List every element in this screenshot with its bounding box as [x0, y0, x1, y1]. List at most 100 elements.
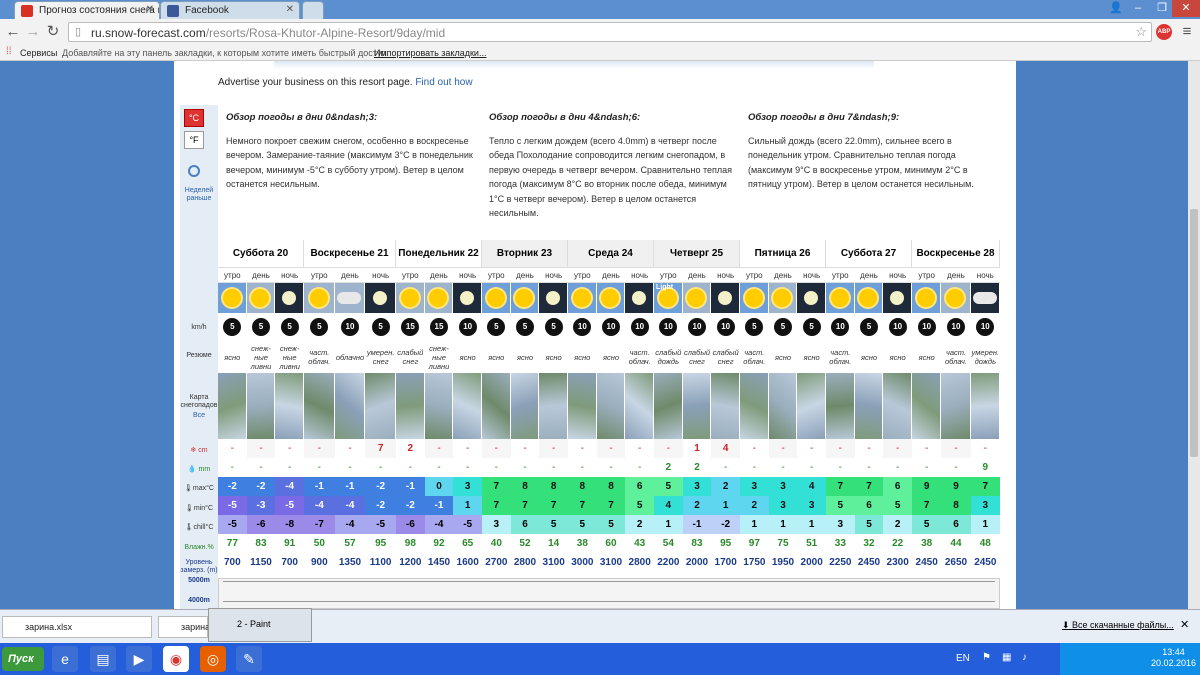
snow-map-thumbnail[interactable] — [218, 373, 247, 439]
sun-icon — [309, 289, 328, 307]
period-label: ночь — [976, 271, 994, 280]
scroll-thumb[interactable] — [1190, 209, 1198, 457]
period-label: день — [430, 271, 448, 280]
snow-map-thumbnail[interactable] — [275, 373, 304, 439]
ie-icon[interactable]: e — [52, 646, 78, 672]
humidity-value: 48 — [979, 538, 991, 549]
weather-summary: слабый снег — [397, 348, 424, 366]
language-indicator[interactable]: EN — [956, 653, 970, 664]
page-content: Advertise your business on this resort p… — [174, 61, 1016, 609]
clock-icon[interactable] — [188, 165, 200, 177]
day-header: Суббота 20 — [218, 240, 304, 267]
week-earlier-link[interactable]: Неделей раньше — [180, 187, 218, 203]
paint-taskbar-preview[interactable]: 2 - Paint — [208, 608, 312, 642]
firefox-icon[interactable]: ◎ — [200, 646, 226, 672]
snow-map-thumbnail[interactable] — [539, 373, 568, 439]
snow-map-thumbnail[interactable] — [970, 373, 1000, 439]
snow-map-thumbnail[interactable] — [334, 373, 366, 439]
volume-icon[interactable]: ♪ — [1022, 652, 1027, 663]
close-tab-icon[interactable]: ✕ — [146, 4, 154, 15]
snow-map-thumbnail[interactable] — [854, 373, 884, 439]
address-bar[interactable]: ▯ ru.snow-forecast.com/resorts/Rosa-Khut… — [68, 22, 1152, 42]
snow-map-thumbnail[interactable] — [682, 373, 712, 439]
max-value: 3 — [768, 477, 798, 496]
wind-speed: 5 — [275, 313, 304, 341]
close-downloads-icon[interactable]: ✕ — [1180, 618, 1189, 631]
snow-map-thumbnail[interactable] — [568, 373, 597, 439]
network-icon[interactable]: ▦ — [1002, 652, 1011, 663]
snow-map-thumbnail[interactable] — [304, 373, 335, 439]
snow-map-thumbnail[interactable] — [365, 373, 396, 439]
start-button[interactable]: Пуск — [2, 647, 44, 671]
snow-map-thumbnail[interactable] — [711, 373, 740, 439]
chill-value: -6 — [396, 515, 425, 534]
overview-days-4-6: Обзор погоды в дни 4&ndash;6: Тепло с ле… — [489, 111, 739, 221]
snow-map-thumbnail[interactable] — [625, 373, 654, 439]
wind-speed: 15 — [396, 313, 425, 341]
min-temp-label: 🌡min°C — [184, 505, 214, 512]
min-value: -5 — [218, 496, 247, 515]
paint-icon[interactable]: ✎ — [236, 646, 262, 672]
apps-icon[interactable]: ⁞⁞ — [6, 46, 12, 57]
chill-value: 6 — [941, 515, 971, 534]
min-value: 4 — [654, 496, 683, 515]
star-icon[interactable]: ☆ — [1135, 24, 1147, 40]
max-temp-label: 🌡max°C — [184, 485, 214, 492]
tab-facebook[interactable]: Facebook ✕ — [160, 1, 300, 19]
bookmarks-apps[interactable]: Сервисы — [20, 48, 57, 58]
snow-map-thumbnail[interactable] — [797, 373, 826, 439]
close-tab-icon[interactable]: ✕ — [286, 4, 294, 15]
snow-map-thumbnail[interactable] — [246, 373, 276, 439]
sun-icon — [917, 289, 936, 307]
adblock-icon[interactable]: ABP — [1156, 24, 1172, 40]
snow-map-thumbnail[interactable] — [453, 373, 482, 439]
weather-summary: снеж-ные ливни — [279, 343, 300, 371]
vertical-scrollbar[interactable] — [1188, 61, 1200, 609]
system-tray: EN ⚑ ▦ ♪ 13:44 20.02.2016 — [956, 643, 1200, 675]
new-tab-button[interactable] — [302, 1, 324, 19]
snow-map-thumbnail[interactable] — [912, 373, 942, 439]
snow-map-thumbnail[interactable] — [424, 373, 454, 439]
wind-arrow-icon: 5 — [223, 318, 242, 336]
snow-map-thumbnail[interactable] — [510, 373, 540, 439]
fahrenheit-button[interactable]: °F — [184, 131, 204, 149]
find-out-how-link[interactable]: Find out how — [415, 77, 472, 88]
flag-icon[interactable]: ⚑ — [982, 652, 991, 663]
import-bookmarks-link[interactable]: Импортировать закладки... — [374, 48, 486, 58]
clock-date: 20.02.2016 — [1150, 658, 1196, 668]
sun-icon — [572, 289, 591, 307]
tab-snow-forecast[interactable]: Прогноз состояния снега н ✕ — [14, 1, 160, 19]
snow-map-thumbnail[interactable] — [768, 373, 798, 439]
media-player-icon[interactable]: ▶ — [126, 646, 152, 672]
reload-icon[interactable]: ↻ — [44, 23, 62, 41]
menu-icon[interactable]: ≡ — [1178, 23, 1196, 41]
snow-map-thumbnail[interactable] — [396, 373, 425, 439]
close-window-icon[interactable]: ✕ — [1172, 0, 1200, 17]
snow-map-thumbnail[interactable] — [596, 373, 626, 439]
snow-value: - — [304, 439, 335, 458]
snow-map-thumbnail[interactable] — [826, 373, 855, 439]
freeze-value: 3100 — [542, 557, 565, 568]
snow-map-thumbnail[interactable] — [740, 373, 769, 439]
rain-value: - — [723, 462, 728, 473]
forward-icon[interactable]: → — [24, 23, 42, 41]
sun-icon — [251, 289, 270, 307]
all-maps-link[interactable]: Все — [180, 412, 218, 420]
snow-map-thumbnail[interactable] — [654, 373, 683, 439]
freeze-value: 700 — [281, 557, 298, 568]
back-icon[interactable]: ← — [4, 23, 22, 41]
download-item-xlsx-2[interactable]: зарина — [158, 616, 210, 638]
snow-map-thumbnail[interactable] — [941, 373, 971, 439]
snow-map-thumbnail[interactable] — [883, 373, 912, 439]
folder-icon[interactable]: ▤ — [90, 646, 116, 672]
taskbar: Пуск e ▤ ▶ ◉ ◎ ✎ EN ⚑ ▦ ♪ 13:44 20.02.20… — [0, 643, 1200, 675]
min-value: 2 — [682, 496, 712, 515]
snow-map-thumbnail[interactable] — [482, 373, 511, 439]
chrome-icon[interactable]: ◉ — [163, 646, 189, 672]
summary-label: Резюме — [186, 352, 212, 359]
snow-value: - — [568, 439, 597, 458]
celsius-button[interactable]: °C — [184, 109, 204, 127]
all-downloads-link[interactable]: ⬇ Все скачанные файлы... — [1062, 620, 1174, 631]
download-item-xlsx[interactable]: зарина.xlsx — [2, 616, 152, 638]
clock[interactable]: 13:44 20.02.2016 — [1151, 647, 1196, 669]
